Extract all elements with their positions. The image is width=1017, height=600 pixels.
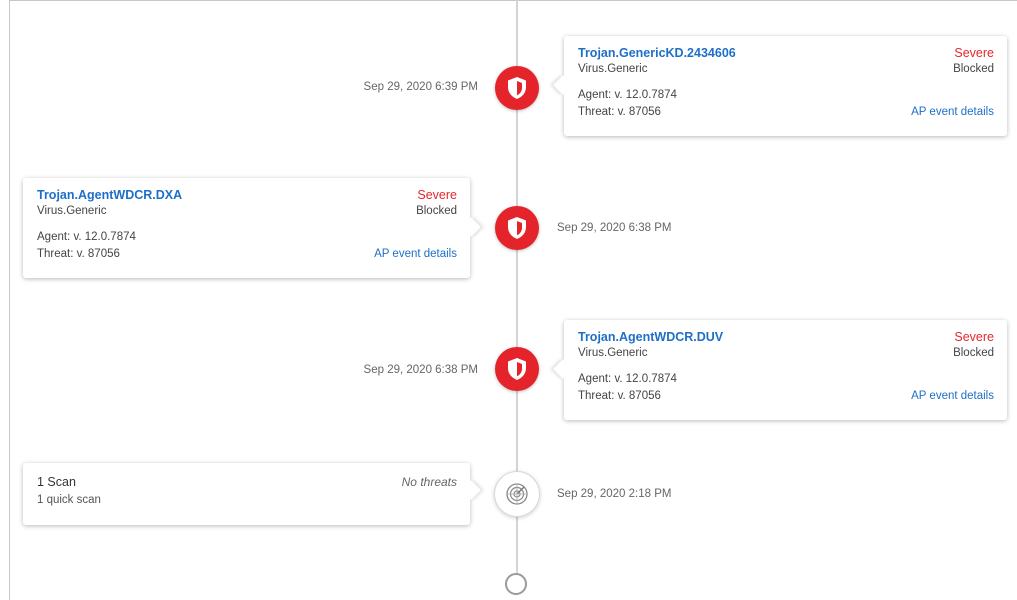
agent-version: Agent: v. 12.0.7874 — [578, 89, 677, 101]
action-status: Blocked — [953, 63, 994, 75]
severity-label: Severe — [954, 46, 994, 60]
threat-version: Threat: v. 87056 — [578, 106, 661, 118]
scan-event-card[interactable]: 1 Scan No threats 1 quick scan — [23, 463, 470, 525]
shield-icon — [508, 217, 526, 239]
threat-node[interactable] — [495, 347, 539, 391]
action-status: Blocked — [953, 347, 994, 359]
threat-version: Threat: v. 87056 — [37, 248, 120, 260]
shield-icon — [508, 358, 526, 380]
threat-event-card[interactable]: Trojan.GenericKD.2434606 Severe Virus.Ge… — [564, 36, 1007, 136]
event-timestamp: Sep 29, 2020 2:18 PM — [557, 488, 672, 500]
ap-event-details-link[interactable]: AP event details — [911, 388, 994, 405]
severity-label: Severe — [954, 330, 994, 344]
event-timestamp: Sep 29, 2020 6:39 PM — [363, 81, 478, 93]
agent-version: Agent: v. 12.0.7874 — [578, 373, 677, 385]
threat-node[interactable] — [495, 206, 539, 250]
threat-node[interactable] — [495, 66, 539, 110]
scan-node[interactable] — [494, 471, 540, 517]
scan-subtitle: 1 quick scan — [37, 494, 101, 506]
threat-name-link[interactable]: Trojan.AgentWDCR.DUV — [578, 330, 723, 344]
agent-version: Agent: v. 12.0.7874 — [37, 231, 136, 243]
radar-scan-icon — [506, 483, 528, 505]
threat-version: Threat: v. 87056 — [578, 390, 661, 402]
threat-name-link[interactable]: Trojan.GenericKD.2434606 — [578, 46, 736, 60]
threat-category: Virus.Generic — [37, 205, 107, 217]
shield-icon — [508, 77, 526, 99]
scan-result: No threats — [401, 475, 457, 489]
loading-ring-icon — [505, 573, 527, 595]
ap-event-details-link[interactable]: AP event details — [374, 246, 457, 263]
ap-event-details-link[interactable]: AP event details — [911, 104, 994, 121]
threat-name-link[interactable]: Trojan.AgentWDCR.DXA — [37, 188, 182, 202]
severity-label: Severe — [417, 188, 457, 202]
threat-event-card[interactable]: Trojan.AgentWDCR.DUV Severe Virus.Generi… — [564, 320, 1007, 420]
scan-title: 1 Scan — [37, 475, 76, 489]
threat-event-card[interactable]: Trojan.AgentWDCR.DXA Severe Virus.Generi… — [23, 178, 470, 278]
threat-category: Virus.Generic — [578, 63, 648, 75]
action-status: Blocked — [416, 205, 457, 217]
event-timestamp: Sep 29, 2020 6:38 PM — [363, 364, 478, 376]
event-timestamp: Sep 29, 2020 6:38 PM — [557, 222, 672, 234]
threat-category: Virus.Generic — [578, 347, 648, 359]
